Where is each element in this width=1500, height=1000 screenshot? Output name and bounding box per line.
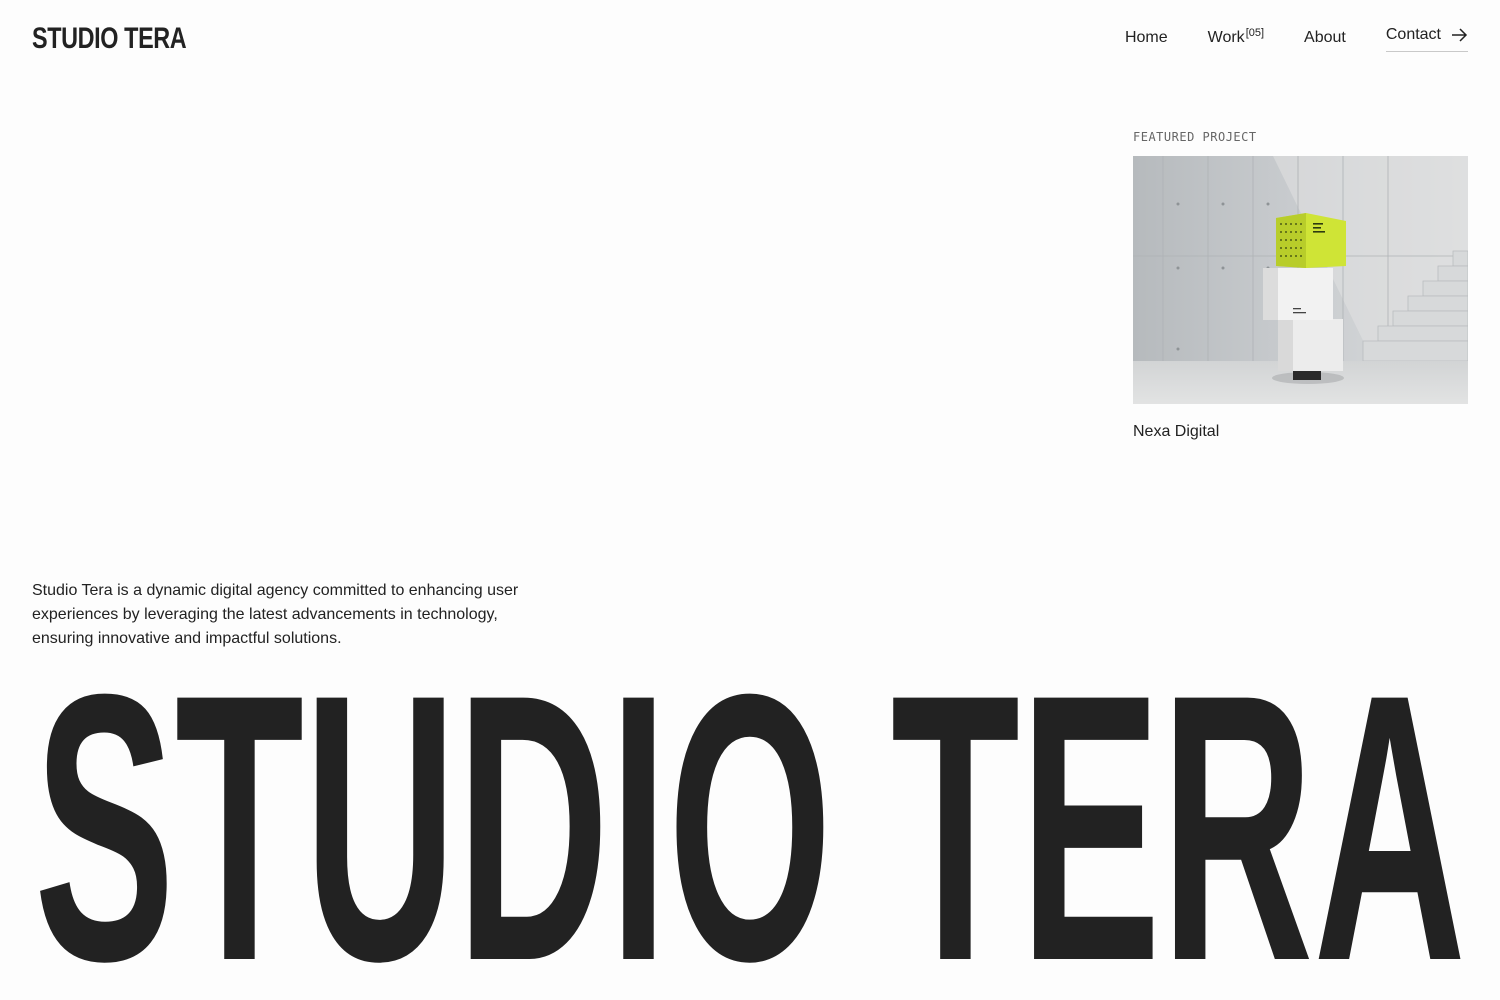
nav-about[interactable]: About bbox=[1304, 26, 1346, 50]
nav-work-count: [05] bbox=[1245, 27, 1265, 39]
nav-work[interactable]: Work[05] bbox=[1208, 26, 1264, 50]
nav-contact-label: Contact bbox=[1385, 26, 1441, 43]
featured-image[interactable] bbox=[1133, 156, 1468, 404]
hero-title: STUDIO TERA bbox=[34, 683, 1466, 963]
intro-text: Studio Tera is a dynamic digital agency … bbox=[32, 582, 519, 647]
page: STUDIO TERA Home Work[05] About Contact … bbox=[0, 0, 1500, 1000]
hero-wordmark: STUDIO TERA bbox=[0, 683, 1500, 963]
featured-label: FEATURED PROJECT bbox=[1133, 130, 1257, 144]
site-logo[interactable]: STUDIO TERA bbox=[32, 22, 187, 56]
nav-home[interactable]: Home bbox=[1125, 26, 1168, 50]
arrow-right-icon bbox=[1452, 28, 1468, 42]
nav-contact[interactable]: Contact bbox=[1385, 23, 1468, 52]
nav-work-label: Work bbox=[1207, 29, 1245, 46]
featured-project: FEATURED PROJECT Nexa Digital bbox=[1133, 130, 1468, 441]
featured-title[interactable]: Nexa Digital bbox=[1133, 423, 1468, 441]
main-nav: Home Work[05] About Contact bbox=[1085, 26, 1468, 52]
